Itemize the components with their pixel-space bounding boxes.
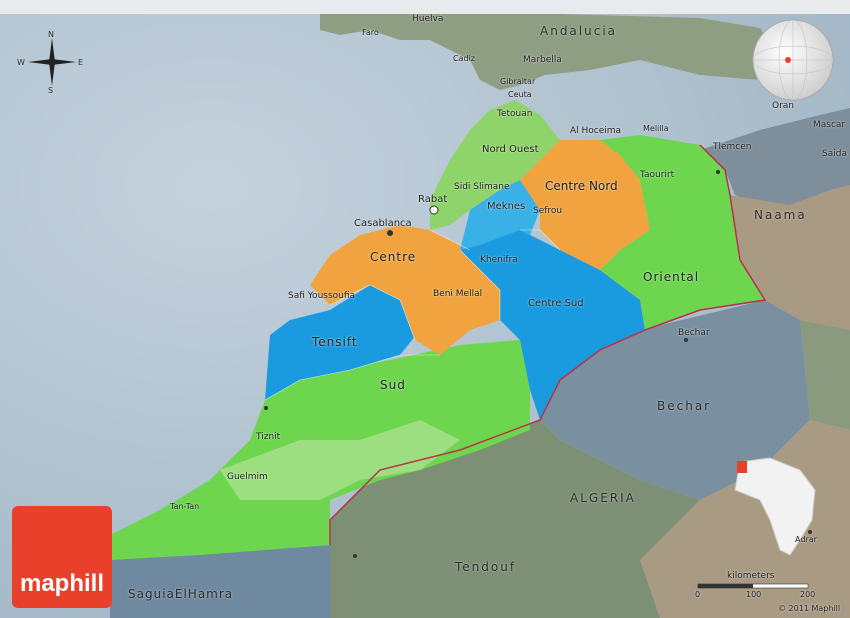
- city-marbella: Marbella: [523, 55, 562, 65]
- city-khenifra: Khenifra: [480, 255, 518, 265]
- city-bechar: Bechar: [678, 328, 710, 338]
- area-bechar: Bechar: [657, 399, 712, 413]
- compass-n-label: N: [48, 30, 54, 39]
- map: N E S W Nord Ouest Centre Nord Oriental …: [0, 0, 850, 618]
- region-label-nord-ouest: Nord Ouest: [482, 144, 539, 155]
- scale-tick-100: 100: [746, 590, 762, 599]
- area-algeria: ALGERIA: [570, 491, 636, 505]
- city-tetouan: Tetouan: [497, 109, 533, 119]
- city-sidi-slimane: Sidi Slimane: [454, 182, 510, 192]
- compass-w-label: W: [17, 58, 25, 67]
- city-adrar: Adrar: [795, 535, 817, 544]
- maphill-logo-text: maphill: [19, 570, 104, 597]
- scale-tick-200: 200: [800, 590, 816, 599]
- city-tan-tan: Tan-Tan: [170, 502, 200, 511]
- area-saguia: SaguiaElHamra: [128, 587, 234, 601]
- city-beni-mellal: Beni Mellal: [433, 289, 483, 299]
- city-rabat: Rabat: [418, 194, 448, 205]
- maphill-logo[interactable]: maphill: [12, 506, 112, 608]
- africa-marker: [737, 461, 747, 473]
- scale-title: kilometers: [727, 571, 775, 581]
- city-meknes: Meknes: [487, 201, 526, 212]
- city-ceuta: Ceuta: [508, 90, 532, 99]
- city-faro: Faro: [362, 28, 379, 37]
- city-gibraltar: Gibraltar: [500, 77, 536, 86]
- area-naama: Naama: [754, 208, 807, 222]
- city-tiznit: Tiznit: [256, 432, 281, 442]
- area-tendouf: Tendouf: [455, 560, 517, 574]
- city-guelmim: Guelmim: [227, 472, 268, 482]
- region-label-centre-sud: Centre Sud: [528, 298, 584, 309]
- city-melilla: Melilla: [643, 124, 669, 133]
- city-oran: Oran: [772, 101, 795, 111]
- region-label-centre-nord: Centre Nord: [545, 179, 618, 193]
- city-taourirt: Taourirt: [640, 170, 675, 180]
- scale-bar: [697, 583, 809, 589]
- city-mascara: Mascar: [813, 120, 846, 130]
- area-andalucia: Andalucia: [540, 24, 618, 38]
- city-huelva: Huelva: [412, 14, 444, 24]
- globe-marker: [785, 57, 791, 63]
- map-canvas: [0, 0, 850, 618]
- city-al-hoceima: Al Hoceima: [570, 126, 622, 136]
- city-cadiz: Cadiz: [453, 54, 475, 63]
- top-strip: [0, 0, 850, 14]
- region-label-tensift: Tensift: [312, 335, 358, 349]
- city-casablanca: Casablanca: [354, 218, 412, 229]
- region-label-sud: Sud: [380, 378, 406, 392]
- compass-e-label: E: [78, 58, 84, 67]
- region-label-oriental: Oriental: [643, 270, 700, 284]
- city-sefrou: Sefrou: [533, 206, 563, 216]
- copyright: © 2011 Maphill: [778, 604, 841, 613]
- scale-tick-0: 0: [695, 590, 701, 599]
- city-tlemcen: Tlemcen: [713, 142, 752, 152]
- compass-s-label: S: [48, 86, 54, 95]
- city-saida: Saida: [822, 149, 847, 159]
- region-label-centre: Centre: [370, 250, 417, 264]
- city-safi-youssoufia: Safi Youssoufia: [288, 291, 356, 301]
